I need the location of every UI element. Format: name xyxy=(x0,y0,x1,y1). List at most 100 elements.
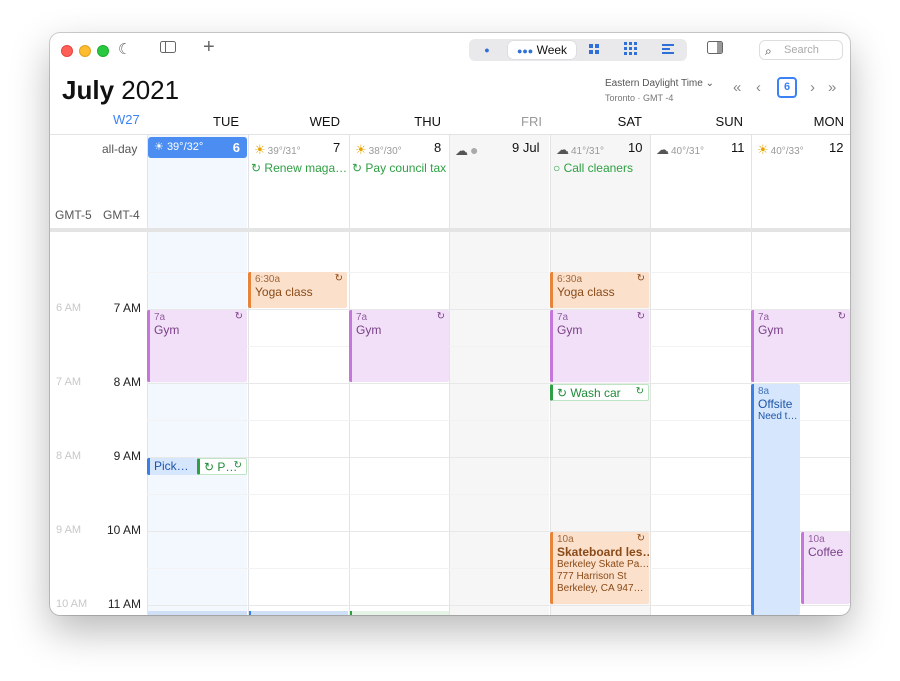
repeat-icon: ↻ xyxy=(334,273,343,284)
zoom-window-button[interactable] xyxy=(97,45,109,57)
day-name-tue: TUE xyxy=(213,114,239,129)
chevron-down-icon: ⌄ xyxy=(705,78,714,89)
day-number-thu: 8 xyxy=(434,140,442,155)
repeat-icon: ↻ xyxy=(837,311,846,322)
event-skateboard[interactable]: 10a Skateboard les… Berkeley Skate Pa… 7… xyxy=(550,532,649,604)
day-name-thu: THU xyxy=(414,114,441,129)
previous-icon[interactable]: ‹ xyxy=(756,80,761,96)
sun-icon: ☀ xyxy=(757,142,769,157)
day-name-fri: FRI xyxy=(521,114,542,129)
event-p[interactable]: ↻ P… ↻ xyxy=(197,458,247,475)
week-grid: all-day GMT-5 GMT-4 ☀ 39°/32° 6 ☀ 39°/31°… xyxy=(50,134,850,615)
weather-sun: 40°/31° xyxy=(671,146,705,157)
allday-divider xyxy=(50,228,850,232)
day-number-sun: 11 xyxy=(731,140,745,155)
event-gym-mon[interactable]: 7a Gym ↻ xyxy=(751,310,850,382)
day-number-fri: 9 Jul xyxy=(512,140,540,155)
view-switcher: ● ●●● Week xyxy=(469,39,687,61)
search-icon: ⌕ xyxy=(765,44,772,58)
day-view-icon[interactable]: ● xyxy=(475,42,499,58)
repeat-icon: ↻ xyxy=(636,273,645,284)
weather-thu-cell: ☀ 38°/30° xyxy=(355,142,402,158)
moon-phase-icon: ● xyxy=(470,142,479,158)
repeat-icon: ↻ xyxy=(436,311,445,322)
allday-label: all-day xyxy=(102,142,138,156)
day-column-wed[interactable] xyxy=(248,134,348,615)
repeat-icon: ↻ xyxy=(636,311,645,322)
add-event-icon[interactable]: + xyxy=(203,37,215,57)
timezone-label: Eastern Daylight Time xyxy=(605,78,703,89)
event-yoga-sat[interactable]: 6:30a Yoga class ↻ xyxy=(550,272,649,308)
search-input[interactable]: ⌕ Search xyxy=(759,40,843,60)
list-view-icon[interactable] xyxy=(656,42,680,58)
next-icon[interactable]: › xyxy=(810,80,815,96)
year-view-icon[interactable] xyxy=(619,42,643,58)
day-column-sun[interactable] xyxy=(650,134,750,615)
day-name-mon: MON xyxy=(813,114,844,129)
repeat-icon: ↻ xyxy=(233,460,242,471)
event-gym-thu[interactable]: 7a Gym ↻ xyxy=(349,310,449,382)
timezone-selector[interactable]: Eastern Daylight Time ⌄ Toronto · GMT -4 xyxy=(605,77,714,105)
week-view-label: Week xyxy=(536,43,568,57)
day-name-wed: WED xyxy=(309,114,340,129)
repeat-icon: ↻ xyxy=(234,311,243,322)
event-partial-wed[interactable] xyxy=(249,611,348,615)
hour-label-8am: 8 AM xyxy=(113,375,141,389)
week-dots-icon: ●●● xyxy=(516,46,534,56)
previous-fast-icon[interactable]: « xyxy=(733,80,741,96)
month-label: July xyxy=(62,75,115,105)
sidebar-toggle-icon[interactable] xyxy=(160,40,176,59)
repeat-icon: ↻ xyxy=(251,161,262,175)
weather-sat: 41°/31° xyxy=(571,146,605,157)
event-wash-car[interactable]: ↻ Wash car ↻ xyxy=(550,384,649,401)
weather-thu: 38°/30° xyxy=(368,146,402,157)
sun-icon: ☀ xyxy=(154,141,164,153)
hour-label-11am: 11 AM xyxy=(107,597,141,611)
day-number-tue: 6 xyxy=(232,140,240,155)
event-pick[interactable]: Pick… xyxy=(147,458,197,475)
day-column-fri[interactable] xyxy=(449,134,549,615)
repeat-icon: ↻ xyxy=(636,533,645,544)
weather-fri-cell: ☁ ● xyxy=(455,142,478,159)
minimize-window-button[interactable] xyxy=(79,45,91,57)
hour-label-9am: 9 AM xyxy=(113,449,141,463)
weather-wed-cell: ☀ 39°/31° xyxy=(254,142,301,158)
gmt-label-secondary: GMT-5 xyxy=(55,208,92,222)
allday-event-renew[interactable]: ↻ Renew maga… xyxy=(251,161,346,175)
inspector-toggle-icon[interactable] xyxy=(707,41,723,59)
repeat-icon: ↻ xyxy=(204,460,215,474)
event-partial-thu[interactable] xyxy=(350,611,449,615)
calendar-window: ☾ + ● ●●● Week ⌕ Search July 2021 Easter… xyxy=(50,33,850,615)
day-number-sat: 10 xyxy=(628,140,643,155)
weather-sun-cell: ☁ 40°/31° xyxy=(656,142,704,158)
day-number-mon: 12 xyxy=(829,140,844,155)
event-coffee[interactable]: 10a Coffee xyxy=(801,532,850,604)
weather-tue: 39°/32° xyxy=(166,141,204,153)
event-partial-tue[interactable] xyxy=(148,611,247,615)
allday-event-council-tax[interactable]: ↻ Pay council tax xyxy=(352,161,448,175)
today-header-chip[interactable]: ☀ 39°/32° 6 xyxy=(148,137,247,158)
moon-icon[interactable]: ☾ xyxy=(118,41,131,59)
timezone-sub: Toronto · GMT -4 xyxy=(605,93,674,103)
repeat-icon: ↻ xyxy=(557,386,568,400)
event-gym-sat[interactable]: 7a Gym ↻ xyxy=(550,310,649,382)
cloud-sun-icon: ☁ xyxy=(656,142,669,157)
sun-icon: ☀ xyxy=(254,142,266,157)
weather-mon: 40°/33° xyxy=(770,146,804,157)
cloud-sun-icon: ☁ xyxy=(556,142,569,157)
close-window-button[interactable] xyxy=(61,45,73,57)
hour-label-7am: 7 AM xyxy=(113,301,141,315)
week-view-button[interactable]: ●●● Week xyxy=(508,42,576,58)
today-button[interactable]: 6 xyxy=(777,77,797,98)
event-gym-tue[interactable]: 7a Gym ↻ xyxy=(147,310,247,382)
month-view-icon[interactable] xyxy=(582,42,606,58)
next-fast-icon[interactable]: » xyxy=(828,80,836,96)
weather-mon-cell: ☀ 40°/33° xyxy=(757,142,804,158)
event-yoga-wed[interactable]: 6:30a Yoga class ↻ xyxy=(248,272,347,308)
weather-wed: 39°/31° xyxy=(267,146,301,157)
gmt-label-primary: GMT-4 xyxy=(103,208,140,222)
cloud-sun-icon: ☁ xyxy=(455,143,468,158)
day-number-wed: 7 xyxy=(333,140,341,155)
allday-event-cleaners[interactable]: ○ Call cleaners xyxy=(553,161,649,175)
event-offsite[interactable]: 8a Offsite Need t… xyxy=(751,384,800,615)
